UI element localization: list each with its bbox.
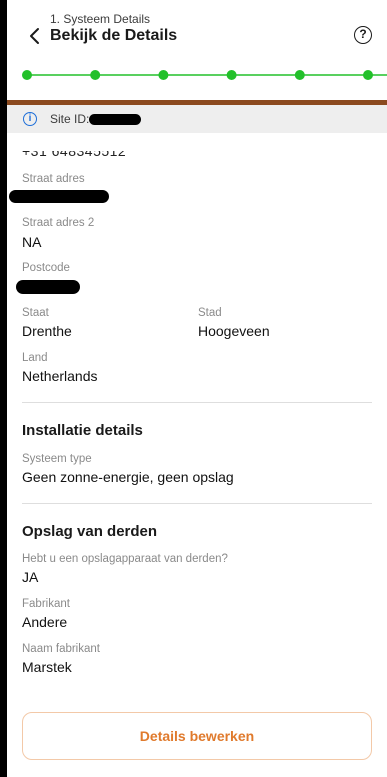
redacted-site-id bbox=[89, 114, 141, 125]
site-id-label: Site ID: bbox=[50, 112, 90, 126]
street2-value: NA bbox=[22, 234, 42, 250]
street2-label: Straat adres 2 bbox=[22, 217, 95, 229]
step-dot bbox=[226, 70, 237, 80]
state-value: Drenthe bbox=[22, 323, 72, 339]
third-party-question-label: Hebt u een opslagapparaat van derden? bbox=[22, 553, 228, 565]
third-party-question-value: JA bbox=[22, 569, 39, 585]
postcode-label: Postcode bbox=[22, 262, 70, 274]
city-value: Hoogeveen bbox=[198, 323, 270, 339]
header: 1. Systeem Details Bekijk de Details ? bbox=[7, 0, 387, 52]
progress-stepper bbox=[7, 62, 387, 88]
page-title: Bekijk de Details bbox=[50, 27, 178, 44]
installation-section-title: Installatie details bbox=[22, 422, 143, 439]
system-type-value: Geen zonne-energie, geen opslag bbox=[22, 469, 234, 485]
back-arrow-icon[interactable] bbox=[26, 26, 44, 46]
step-label: 1. Systeem Details bbox=[50, 12, 151, 26]
info-icon: i bbox=[23, 112, 37, 126]
help-icon[interactable]: ? bbox=[354, 26, 372, 44]
country-label: Land bbox=[22, 352, 48, 364]
site-id-bar: i Site ID: bbox=[7, 105, 387, 133]
city-label: Stad bbox=[198, 307, 222, 319]
manufacturer-value: Andere bbox=[22, 614, 68, 630]
divider bbox=[22, 503, 372, 504]
edit-details-button[interactable]: Details bewerken bbox=[22, 712, 372, 760]
system-type-label: Systeem type bbox=[22, 453, 92, 465]
manufacturer-name-label: Naam fabrikant bbox=[22, 643, 100, 655]
manufacturer-label: Fabrikant bbox=[22, 598, 70, 610]
state-label: Staat bbox=[22, 307, 49, 319]
redacted-street bbox=[9, 190, 109, 203]
stepper-graphic bbox=[22, 70, 387, 80]
third-party-section-title: Opslag van derden bbox=[22, 523, 158, 540]
step-dot bbox=[22, 70, 32, 80]
street-label: Straat adres bbox=[22, 173, 85, 185]
divider bbox=[22, 402, 372, 403]
manufacturer-name-value: Marstek bbox=[22, 659, 72, 675]
country-value: Netherlands bbox=[22, 368, 98, 384]
screen: 1. Systeem Details Bekijk de Details ? i… bbox=[7, 0, 387, 777]
step-dot bbox=[158, 70, 169, 80]
redacted-postcode bbox=[16, 280, 80, 294]
phone-value-partial: +31 648345512 bbox=[22, 143, 127, 159]
step-dot bbox=[294, 70, 305, 80]
step-dot bbox=[363, 70, 373, 80]
step-dot bbox=[90, 70, 101, 80]
